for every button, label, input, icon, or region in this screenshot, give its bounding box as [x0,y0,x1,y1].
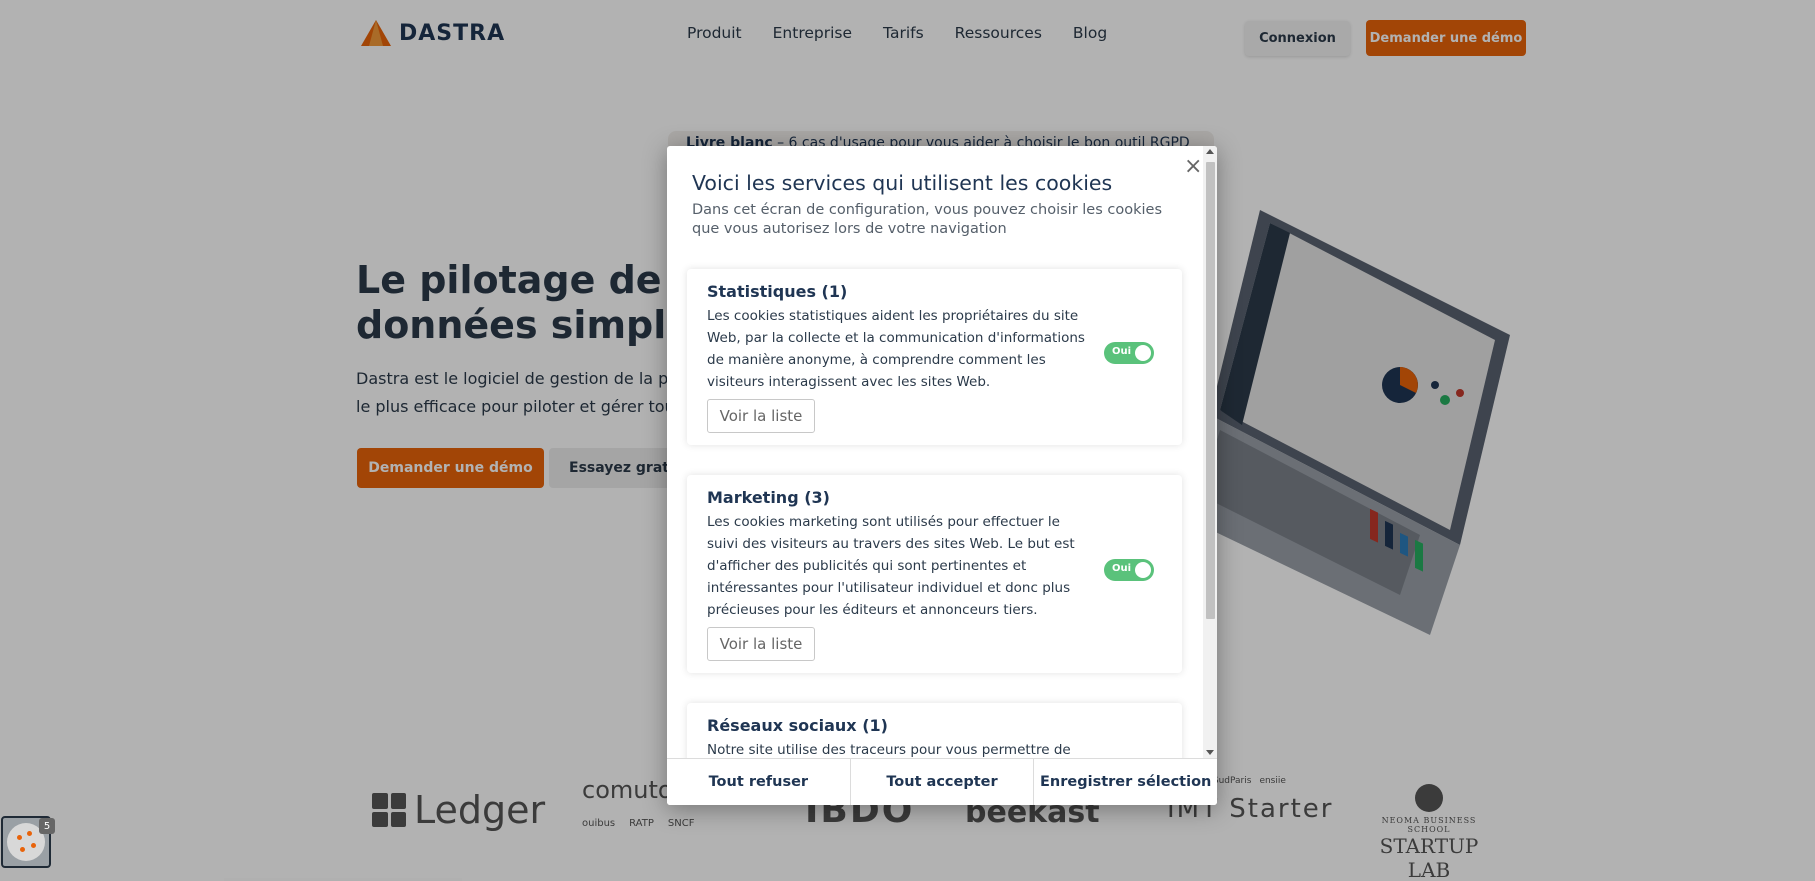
modal-scrollbar[interactable] [1203,146,1217,758]
category-title: Marketing (3) [707,488,830,507]
cookie-count-badge: 5 [39,818,55,834]
cookie-chip-2 [27,831,32,836]
cookie-category-marketing: Marketing (3) Les cookies marketing sont… [687,475,1182,673]
modal-description: Dans cet écran de configuration, vous po… [692,202,1163,237]
category-description: Notre site utilise des traceurs pour vou… [707,742,1071,758]
statistics-toggle[interactable]: Oui [1104,342,1154,364]
cookie-category-statistics: Statistiques (1) Les cookies statistique… [687,269,1182,445]
cookie-chip-3 [31,843,36,848]
category-description: Les cookies statistiques aident les prop… [707,308,1085,390]
marketing-toggle[interactable]: Oui [1104,559,1154,581]
category-title: Statistiques (1) [707,282,848,301]
toggle-knob [1135,562,1151,578]
cookie-category-social: Réseaux sociaux (1) Notre site utilise d… [687,703,1182,758]
view-list-button[interactable]: Voir la liste [707,399,815,433]
toggle-label: Oui [1112,563,1132,574]
toggle-label: Oui [1112,346,1132,357]
scroll-down-arrow-icon[interactable] [1206,750,1214,755]
scrollbar-thumb[interactable] [1206,162,1215,619]
modal-scroll-area[interactable]: Voici les services qui utilisent les coo… [667,146,1203,758]
refuse-all-button[interactable]: Tout refuser [667,759,851,805]
toggle-knob [1135,345,1151,361]
cookie-chip-1 [17,835,22,840]
cookie-settings-modal: Voici les services qui utilisent les coo… [667,146,1217,805]
cookie-chip-4 [20,847,25,852]
view-list-button[interactable]: Voir la liste [707,627,815,661]
category-title: Réseaux sociaux (1) [707,716,888,735]
accept-all-button[interactable]: Tout accepter [851,759,1035,805]
category-description: Les cookies marketing sont utilisés pour… [707,514,1075,618]
modal-title: Voici les services qui utilisent les coo… [692,171,1113,195]
modal-footer: Tout refuser Tout accepter Enregistrer s… [667,758,1217,805]
close-icon[interactable]: × [1184,156,1202,178]
cookie-settings-button[interactable]: 5 [1,816,55,868]
save-selection-button[interactable]: Enregistrer sélection [1034,759,1217,805]
scroll-up-arrow-icon[interactable] [1206,149,1214,154]
